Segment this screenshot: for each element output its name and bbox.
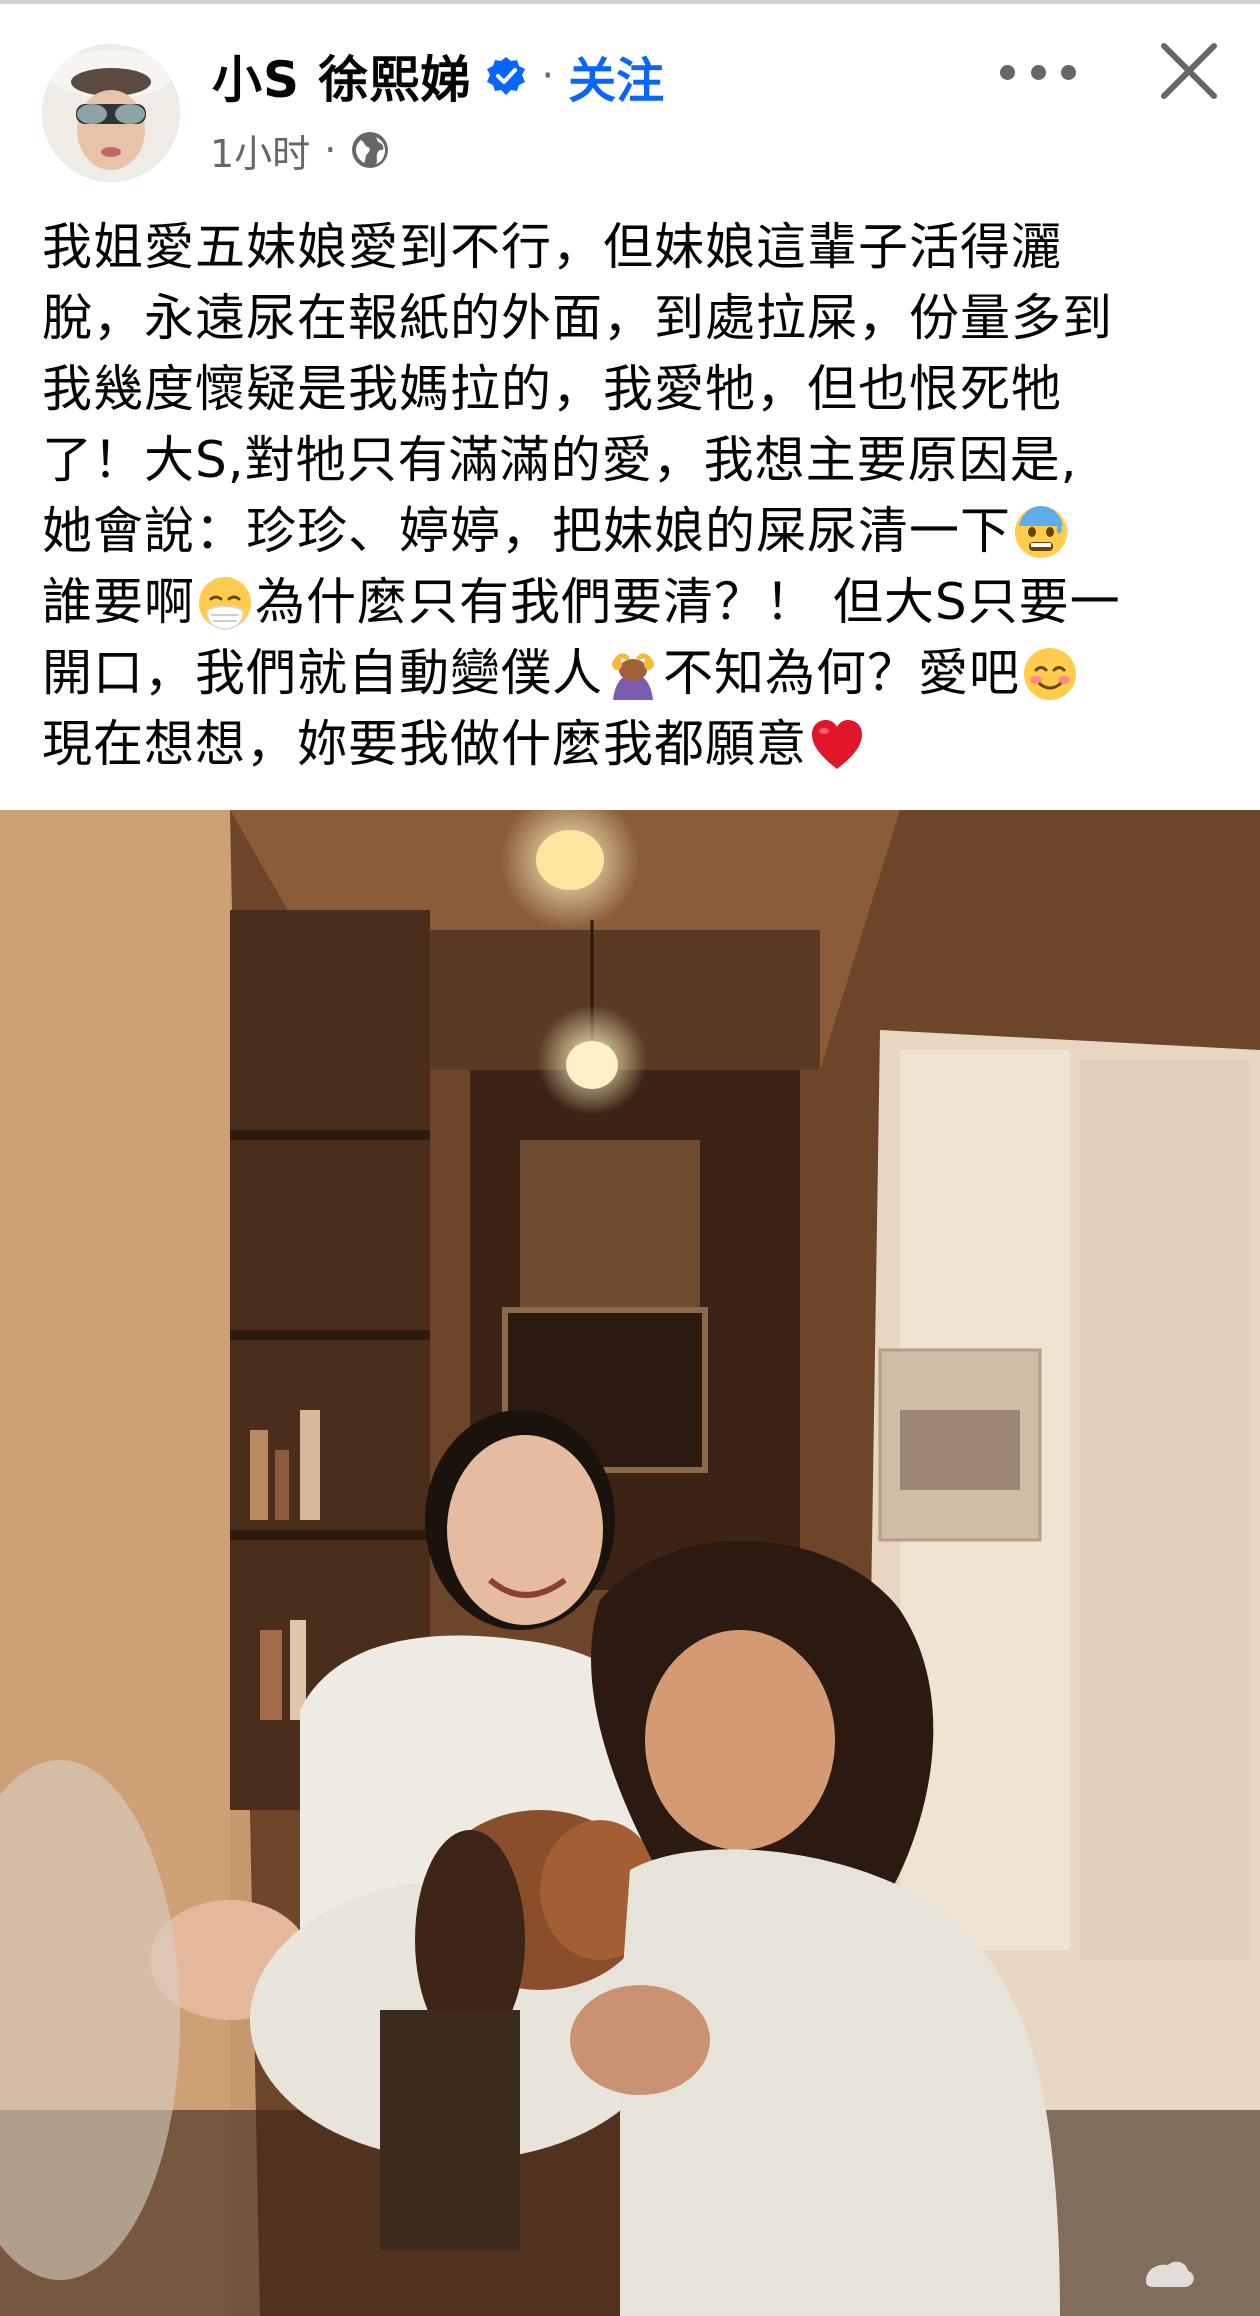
- text-segment: 了！大S,對牠只有滿滿的愛，我想主要原因是,: [42, 431, 1078, 489]
- more-options-icon[interactable]: [1000, 50, 1076, 94]
- post-text-line: 開口，我們就自動變僕人 不知為何？愛吧: [42, 638, 1222, 709]
- avatar-image: [42, 44, 180, 182]
- watermark-logo: [1140, 2248, 1250, 2298]
- post-text-line: 我姐愛五妹娘愛到不行，但妹娘這輩子活得灑: [42, 212, 1222, 283]
- post-text-line: 脫，永遠尿在報紙的外面，到處拉屎，份量多到: [42, 283, 1222, 354]
- text-segment: 我幾度懷疑是我媽拉的，我愛牠，但也恨死牠: [42, 360, 1062, 418]
- post-text: 我姐愛五妹娘愛到不行，但妹娘這輩子活得灑 脫，永遠尿在報紙的外面，到處拉屎，份量…: [42, 212, 1222, 780]
- anxious-sweat-emoji: [1013, 504, 1069, 560]
- verified-badge-icon: [485, 55, 527, 97]
- text-segment: 她會說：珍珍、婷婷，把妹娘的屎尿清一下: [42, 502, 1011, 560]
- post-meta: 1小时 ·: [210, 122, 390, 178]
- post-time[interactable]: 1小时: [210, 123, 310, 178]
- post-text-line: 誰要啊 為什麼只有我們要清？！ 但大S只要一: [42, 567, 1222, 638]
- top-divider: [0, 0, 1260, 4]
- text-segment: 誰要啊: [42, 573, 195, 631]
- follow-button[interactable]: 关注: [568, 41, 664, 111]
- text-segment: 脫，永遠尿在報紙的外面，到處拉屎，份量多到: [42, 289, 1113, 347]
- text-segment: 為什麼只有我們要清？！ 但大S只要一: [255, 573, 1121, 631]
- smiling-face-emoji: [1022, 646, 1078, 702]
- post-text-line: 她會說：珍珍、婷婷，把妹娘的屎尿清一下: [42, 496, 1222, 567]
- text-segment: 開口，我們就自動變僕人: [42, 644, 603, 702]
- author-avatar[interactable]: [42, 44, 180, 182]
- public-globe-icon: [350, 130, 390, 170]
- text-segment: 現在想想，妳要我做什麼我都願意: [42, 715, 807, 773]
- separator-dot: ·: [541, 53, 555, 99]
- person-bowing-emoji: [605, 646, 661, 702]
- text-segment: 我姐愛五妹娘愛到不行，但妹娘這輩子活得灑: [42, 218, 1062, 276]
- post-text-line: 了！大S,對牠只有滿滿的愛，我想主要原因是,: [42, 425, 1222, 496]
- post-text-line: 現在想想，妳要我做什麼我都願意: [42, 709, 1222, 780]
- red-heart-emoji: [809, 717, 865, 773]
- post-header: 小S 徐熙娣 · 关注: [212, 41, 664, 111]
- close-icon[interactable]: [1156, 38, 1222, 104]
- text-segment: 不知為何？愛吧: [663, 644, 1020, 702]
- post-photo[interactable]: [0, 810, 1260, 2316]
- sneezing-face-emoji: [197, 575, 253, 631]
- author-name[interactable]: 小S 徐熙娣: [212, 40, 471, 112]
- meta-separator: ·: [324, 128, 337, 172]
- post-text-line: 我幾度懷疑是我媽拉的，我愛牠，但也恨死牠: [42, 354, 1222, 425]
